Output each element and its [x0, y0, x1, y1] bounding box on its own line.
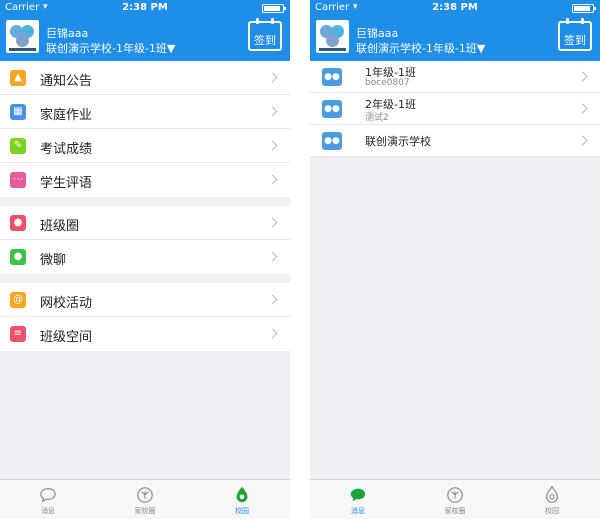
tab-campus[interactable]: 校园: [194, 480, 290, 519]
chat-bubble-icon: [40, 488, 56, 503]
class-selector[interactable]: 联创演示学校-1年级-1班▼: [356, 40, 485, 56]
menu-item-label: 班级空间: [40, 330, 93, 345]
chevron-right-icon: [267, 72, 278, 83]
app-header: 巨锦aaa 联创演示学校-1年级-1班▼ 签到: [0, 16, 290, 61]
chevron-right-icon: [267, 174, 278, 185]
chevron-right-icon: [267, 328, 278, 339]
chat-icon: ●: [10, 249, 26, 265]
tab-messages[interactable]: 消息: [0, 480, 96, 519]
signin-label: 签到: [564, 34, 586, 47]
chevron-right-icon: [267, 140, 278, 151]
circle-icon: ●: [10, 215, 26, 231]
school-logo-avatar[interactable]: [6, 20, 39, 53]
signin-label: 签到: [254, 34, 276, 47]
chevron-right-icon: [267, 217, 278, 228]
class-item[interactable]: ●● 联创演示学校: [310, 125, 600, 157]
comment-icon: ⋯: [10, 172, 26, 188]
menu-group-1: ▲ 通知公告 ▦ 家庭作业 ✎ 考试成绩 ⋯ 学生评语: [0, 61, 290, 197]
tab-label: 家校圈: [134, 507, 156, 515]
battery-icon: [262, 4, 286, 13]
menu-item-label: 学生评语: [40, 176, 93, 191]
class-list: ●● 1年级-1班 boce0807 ●● 2年级-1班 测试2 ●● 联创演示…: [310, 61, 600, 157]
book-icon: ▦: [10, 104, 26, 120]
tab-home-school[interactable]: 家校圈: [407, 480, 503, 519]
menu-item-label: 网校活动: [40, 296, 93, 311]
tab-label: 消息: [41, 507, 55, 515]
tab-label: 校园: [545, 507, 559, 515]
right-screen: Carrier ▾ 2:38 PM 巨锦aaa 联创演示学校-1年级-1班▼ 签…: [310, 0, 600, 519]
menu-item-scores[interactable]: ✎ 考试成绩: [0, 129, 290, 163]
signin-button[interactable]: 签到: [248, 18, 282, 51]
class-subtitle: 测试2: [365, 113, 389, 123]
status-bar: Carrier ▾ 2:38 PM: [0, 0, 290, 16]
school-logo-avatar[interactable]: [316, 20, 349, 53]
battery-icon: [572, 4, 596, 13]
chevron-right-icon: [577, 71, 588, 82]
tab-campus[interactable]: 校园: [504, 480, 600, 519]
tab-messages[interactable]: 消息: [310, 480, 406, 519]
tab-bar: 消息 家校圈 校园: [310, 479, 600, 519]
menu-group-3: @ 网校活动 ≡ 班级空间: [0, 283, 290, 351]
menu-group-2: ● 班级圈 ● 微聊: [0, 206, 290, 274]
status-time: 2:38 PM: [432, 2, 478, 13]
chevron-right-icon: [577, 103, 588, 114]
butterfly-icon: [447, 487, 463, 503]
menu-item-label: 通知公告: [40, 74, 93, 89]
chevron-right-icon: [267, 106, 278, 117]
chat-bubble-icon: [350, 488, 366, 502]
menu-item-class-space[interactable]: ≡ 班级空间: [0, 317, 290, 351]
class-selector[interactable]: 联创演示学校-1年级-1班▼: [46, 40, 175, 56]
class-name: 联创演示学校: [365, 135, 431, 148]
user-name: 巨锦aaa: [46, 27, 89, 40]
menu-item-activities[interactable]: @ 网校活动: [0, 283, 290, 317]
group-icon: ●●: [322, 100, 342, 118]
user-name: 巨锦aaa: [356, 27, 399, 40]
tab-home-school[interactable]: 家校圈: [97, 480, 193, 519]
menu-item-homework[interactable]: ▦ 家庭作业: [0, 95, 290, 129]
menu-item-comments[interactable]: ⋯ 学生评语: [0, 163, 290, 197]
menu-item-notice[interactable]: ▲ 通知公告: [0, 61, 290, 95]
chevron-right-icon: [577, 135, 588, 146]
chevron-right-icon: [267, 251, 278, 262]
butterfly-icon: [137, 487, 153, 503]
at-icon: @: [10, 292, 26, 308]
left-screen: Carrier ▾ 2:38 PM 巨锦aaa 联创演示学校-1年级-1班▼ 签…: [0, 0, 290, 519]
menu-item-label: 班级圈: [40, 219, 80, 234]
chevron-right-icon: [267, 294, 278, 305]
status-bar: Carrier ▾ 2:38 PM: [310, 0, 600, 16]
signin-button[interactable]: 签到: [558, 18, 592, 51]
menu-item-label: 考试成绩: [40, 142, 93, 157]
tab-label: 家校圈: [444, 507, 466, 515]
tab-bar: 消息 家校圈 校园: [0, 479, 290, 519]
menu-item-class-circle[interactable]: ● 班级圈: [0, 206, 290, 240]
drop-icon: [236, 486, 248, 503]
list-icon: ≡: [10, 326, 26, 342]
report-icon: ✎: [10, 138, 26, 154]
tab-label: 消息: [351, 507, 365, 515]
class-item[interactable]: ●● 1年级-1班 boce0807: [310, 61, 600, 93]
group-icon: ●●: [322, 132, 342, 150]
class-item[interactable]: ●● 2年级-1班 测试2: [310, 93, 600, 125]
status-time: 2:38 PM: [122, 2, 168, 13]
menu-item-label: 家庭作业: [40, 108, 93, 123]
tab-label: 校园: [235, 507, 249, 515]
app-header: 巨锦aaa 联创演示学校-1年级-1班▼ 签到: [310, 16, 600, 61]
drop-icon: [546, 486, 558, 503]
menu-item-label: 微聊: [40, 253, 67, 268]
class-subtitle: boce0807: [365, 78, 410, 88]
megaphone-icon: ▲: [10, 70, 26, 86]
menu-item-chat[interactable]: ● 微聊: [0, 240, 290, 274]
group-icon: ●●: [322, 68, 342, 86]
